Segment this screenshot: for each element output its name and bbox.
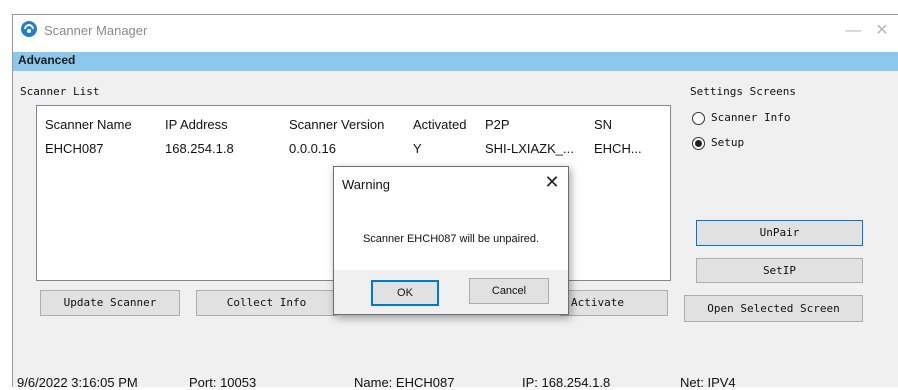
column-header-sn[interactable]: SN bbox=[594, 117, 612, 132]
dialog-ok-button[interactable]: OK bbox=[371, 280, 439, 306]
radio-selected-dot bbox=[695, 140, 702, 147]
radio-label-scanner-info[interactable]: Scanner Info bbox=[711, 111, 790, 124]
activate-button[interactable]: Activate bbox=[560, 290, 668, 316]
settings-screens-label: Settings Screens bbox=[690, 85, 796, 98]
update-scanner-button[interactable]: Update Scanner bbox=[40, 290, 180, 316]
column-header-scanner-name[interactable]: Scanner Name bbox=[45, 117, 132, 132]
column-header-activated[interactable]: Activated bbox=[413, 117, 466, 132]
column-header-ip-address[interactable]: IP Address bbox=[165, 117, 228, 132]
open-selected-screen-button[interactable]: Open Selected Screen bbox=[684, 295, 863, 322]
menu-item-advanced[interactable]: Advanced bbox=[18, 53, 75, 67]
unpair-button[interactable]: UnPair bbox=[696, 220, 863, 246]
scanner-list-label: Scanner List bbox=[20, 85, 100, 98]
setip-button[interactable]: SetIP bbox=[696, 258, 863, 283]
window-title: Scanner Manager bbox=[44, 23, 148, 38]
menu-bar bbox=[13, 52, 898, 71]
status-net: Net: IPV4 bbox=[680, 375, 736, 390]
table-cell-scanner-version[interactable]: 0.0.0.16 bbox=[289, 141, 336, 156]
app-icon bbox=[21, 21, 37, 37]
radio-label-setup[interactable]: Setup bbox=[711, 136, 744, 149]
table-cell-ip-address[interactable]: 168.254.1.8 bbox=[165, 141, 234, 156]
status-ip: IP: 168.254.1.8 bbox=[522, 375, 611, 390]
column-header-p2p[interactable]: P2P bbox=[485, 117, 510, 132]
radio-setup[interactable] bbox=[692, 137, 705, 150]
radio-scanner-info[interactable] bbox=[692, 112, 705, 125]
dialog-cancel-button[interactable]: Cancel bbox=[469, 278, 549, 304]
status-port: Port: 10053 bbox=[189, 375, 257, 390]
dialog-close-icon[interactable]: ✕ bbox=[540, 172, 564, 194]
status-datetime: 9/6/2022 3:16:05 PM bbox=[17, 375, 138, 390]
collect-info-button[interactable]: Collect Info bbox=[196, 290, 337, 316]
table-cell-p2p[interactable]: SHI-LXIAZK_... bbox=[485, 141, 574, 156]
minimize-icon[interactable]: — bbox=[840, 20, 866, 44]
table-cell-activated[interactable]: Y bbox=[413, 141, 422, 156]
dialog-message: Scanner EHCH087 will be unpaired. bbox=[362, 233, 540, 245]
table-cell-sn[interactable]: EHCH... bbox=[594, 141, 642, 156]
table-cell-scanner-name[interactable]: EHCH087 bbox=[45, 141, 104, 156]
column-header-scanner-version[interactable]: Scanner Version bbox=[289, 117, 384, 132]
dialog-title: Warning bbox=[342, 177, 390, 192]
window-close-icon[interactable]: ✕ bbox=[870, 20, 894, 44]
status-name: Name: EHCH087 bbox=[354, 375, 455, 390]
